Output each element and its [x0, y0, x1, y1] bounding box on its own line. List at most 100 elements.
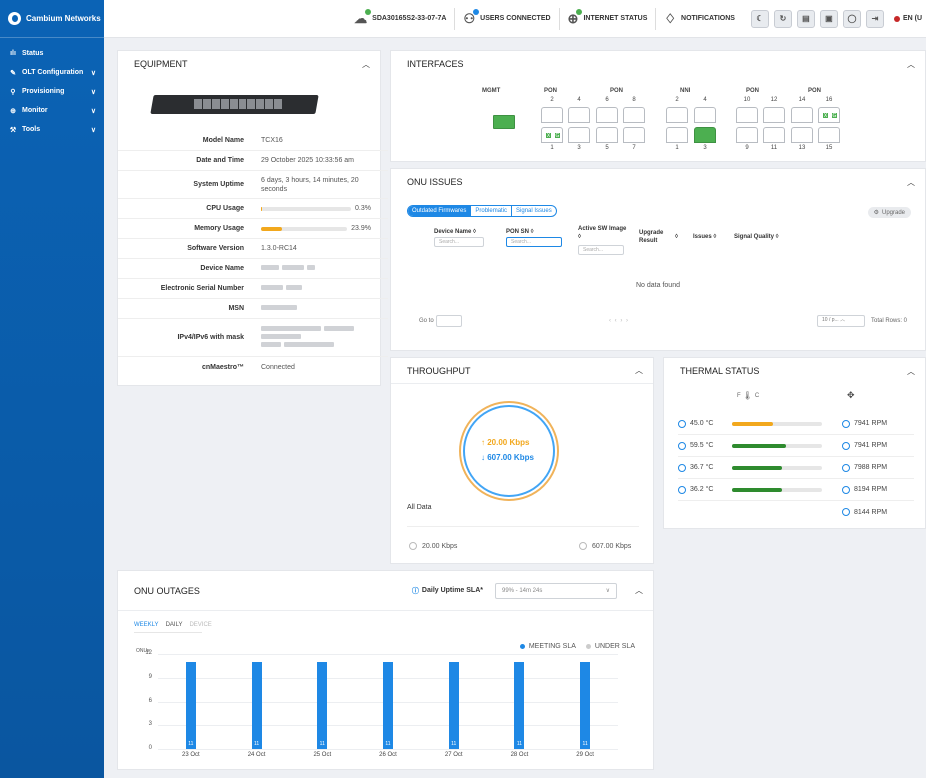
collapse-icon[interactable]: ︿: [907, 366, 915, 377]
nav-item-tools[interactable]: ⚒ Tools ∨: [0, 120, 104, 139]
outage-bar[interactable]: [185, 661, 196, 749]
col-upgrade-result[interactable]: Upgrade Result: [639, 229, 669, 245]
users-connected-item[interactable]: ⚇ USERS CONNECTED: [455, 7, 560, 30]
port-bottom-1[interactable]: [568, 127, 590, 143]
language-selector[interactable]: EN (U: [884, 15, 926, 22]
nav-item-monitor[interactable]: ⊕ Monitor ∨: [0, 101, 104, 120]
legend-under-sla[interactable]: UNDER SLA: [585, 643, 635, 650]
outage-bar[interactable]: [580, 661, 591, 749]
port-top-7[interactable]: [763, 107, 785, 123]
col-device-name[interactable]: Device Name ◊: [434, 229, 476, 235]
outage-bar[interactable]: [251, 661, 262, 749]
upgrade-label: Upgrade: [881, 209, 905, 216]
port-number: 4: [577, 97, 581, 103]
port-top-2[interactable]: [596, 107, 618, 123]
collapse-icon[interactable]: ︿: [635, 585, 643, 596]
port-bottom-2[interactable]: [596, 127, 618, 143]
device-id-item[interactable]: ☁ SDA30165S2-33-07-7A: [346, 7, 456, 30]
outage-bar[interactable]: [317, 661, 328, 749]
pon-sn-search-input[interactable]: Search...: [506, 237, 562, 247]
port-bottom-9[interactable]: [818, 127, 840, 143]
refresh-button[interactable]: ↻: [773, 9, 792, 28]
nav-label: Provisioning: [22, 88, 65, 95]
nav-item-olt-configuration[interactable]: ✎ OLT Configuration ∨: [0, 63, 104, 82]
y-tick-label: 12: [145, 650, 152, 656]
onu-issues-title: ONU ISSUES: [407, 177, 463, 187]
col-issues[interactable]: Issues ◊: [693, 234, 716, 240]
bar-value-label: 11: [451, 741, 457, 747]
collapse-icon[interactable]: ︿: [907, 177, 915, 188]
port-top-3[interactable]: [623, 107, 645, 123]
page-size-value: 10 / p...: [822, 317, 839, 323]
device-name-search-input[interactable]: Search...: [434, 237, 484, 247]
legend-meeting-sla[interactable]: MEETING SLA: [519, 643, 576, 650]
dark-mode-button[interactable]: ☾: [750, 9, 769, 28]
outage-bar[interactable]: [448, 661, 459, 749]
y-tick-label: 3: [148, 721, 152, 728]
collapse-icon[interactable]: ︿: [635, 365, 643, 376]
field-label: CPU Usage: [206, 205, 244, 212]
field-value: 0.3%: [261, 204, 371, 213]
brand[interactable]: Cambium Networks: [0, 0, 104, 38]
memory-usage-bar: [261, 226, 348, 231]
equipment-row-cpu: CPU Usage 0.3%: [118, 199, 388, 219]
logout-button[interactable]: ⇥: [865, 9, 884, 28]
nav-item-provisioning[interactable]: ⚲ Provisioning ∨: [0, 82, 104, 101]
equipment-panel: EQUIPMENT ︿ Model Name TCX16 Date and Tim…: [117, 50, 388, 386]
port-bottom-0[interactable]: XG: [541, 127, 563, 143]
port-top-4[interactable]: [666, 107, 688, 123]
port-bottom-8[interactable]: [791, 127, 813, 143]
fan-speed-icon: [842, 441, 850, 450]
tab-signal-issues[interactable]: Signal Issues: [511, 206, 556, 216]
outage-bar[interactable]: [383, 661, 393, 749]
mgmt-port[interactable]: [493, 115, 515, 129]
save-button[interactable]: ▣: [819, 9, 838, 28]
temperature-value: 59.5 °C: [690, 442, 714, 449]
port-bottom-3[interactable]: [623, 127, 645, 143]
port-top-0[interactable]: [541, 107, 563, 123]
provisioning-icon: ⚲: [10, 88, 16, 96]
notifications-item[interactable]: ♢ NOTIFICATIONS: [656, 8, 743, 30]
port-top-5[interactable]: [694, 107, 716, 123]
unit-toggle[interactable]: F 🌡 C: [737, 391, 759, 400]
port-top-8[interactable]: [791, 107, 813, 123]
goto-input[interactable]: [436, 315, 462, 327]
col-upgrade-sort[interactable]: ◊: [675, 234, 678, 240]
port-bottom-7[interactable]: [763, 127, 785, 143]
collapse-icon[interactable]: ︿: [907, 59, 915, 70]
col-pon-sn[interactable]: PON SN ◊: [506, 229, 534, 235]
reboot-button[interactable]: ◯: [842, 9, 861, 28]
sla-label-text: Daily Uptime SLA*: [421, 587, 483, 594]
port-top-1[interactable]: [568, 107, 590, 123]
upload-circle-icon: [409, 542, 417, 550]
bar-value-label: 11: [582, 741, 588, 747]
port-top-6[interactable]: [736, 107, 758, 123]
tab-outdated-firmwares[interactable]: Outdated Firmwares: [408, 206, 471, 216]
cpu-usage-bar: [261, 206, 351, 211]
port-badge: X: [545, 132, 552, 139]
temperature-value: 36.7 °C: [690, 464, 714, 471]
sla-select[interactable]: 99% - 14m 24s ∨: [495, 582, 617, 599]
internet-status-item[interactable]: ⊕ INTERNET STATUS: [560, 7, 657, 30]
save-config-button[interactable]: ▤: [796, 9, 815, 28]
sw-image-search-input[interactable]: Search...: [578, 245, 624, 255]
thermal-row: 45.0 °C 7941 RPM: [678, 413, 914, 435]
col-active-sw-image[interactable]: Active SW Image ◊: [578, 225, 628, 241]
port-bottom-4[interactable]: [666, 127, 688, 143]
equipment-row-ip: IPv4/IPv6 with mask: [118, 319, 388, 357]
outage-bar[interactable]: [514, 661, 525, 749]
nav-item-status[interactable]: ılı Status: [0, 44, 104, 63]
x-tick-label: 25 Oct: [313, 752, 332, 758]
port-group-label: PON: [544, 88, 558, 94]
upgrade-button[interactable]: ⚙ Upgrade: [867, 207, 911, 218]
port-number: 10: [743, 97, 751, 103]
equipment-row-software: Software Version 1.3.0-RC14: [118, 239, 388, 259]
col-signal-quality[interactable]: Signal Quality ◊: [734, 234, 779, 240]
port-top-9[interactable]: XG: [818, 107, 840, 123]
page-size-select[interactable]: 10 / p... ︿: [817, 315, 865, 327]
port-bottom-6[interactable]: [736, 127, 758, 143]
port-bottom-5[interactable]: [694, 127, 716, 143]
tab-problematic[interactable]: Problematic: [470, 206, 511, 216]
pagination[interactable]: ‹ ‹ › ›: [609, 318, 629, 324]
collapse-icon[interactable]: ︿: [362, 59, 370, 70]
